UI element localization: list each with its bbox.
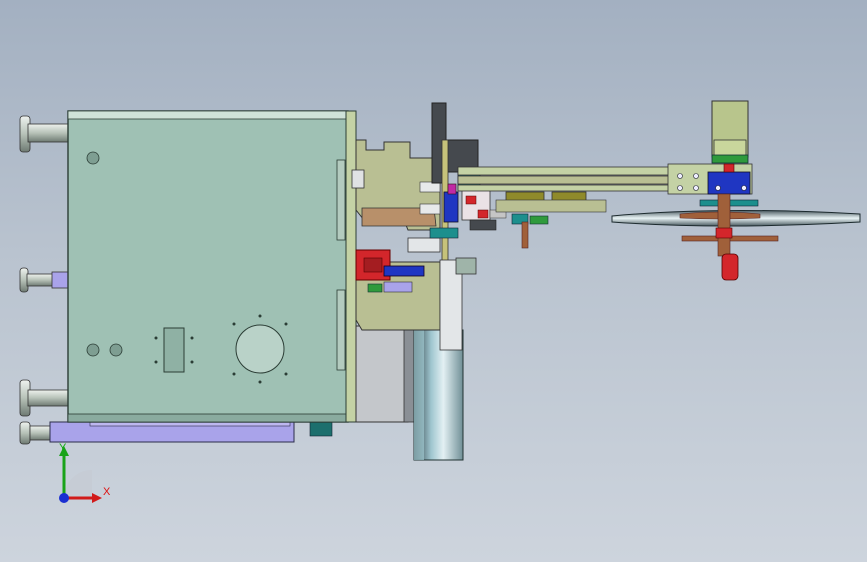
- motor-assembly: [667, 100, 753, 195]
- machine-assembly-drawing: [19, 100, 861, 503]
- z-axis-dot: [59, 493, 69, 503]
- x-axis-label: X: [103, 486, 111, 498]
- y-axis-label: Y: [59, 442, 67, 454]
- pulley-disc: [611, 193, 861, 281]
- cad-viewport[interactable]: X Y: [0, 0, 867, 562]
- coordinate-triad: [59, 446, 102, 503]
- red-actuator: [721, 253, 739, 281]
- main-housing: [67, 110, 357, 423]
- brown-pin: [521, 221, 529, 249]
- left-shaft-knobs: [19, 115, 69, 445]
- lower-block: [355, 325, 409, 423]
- upper-mechanism: [351, 139, 441, 253]
